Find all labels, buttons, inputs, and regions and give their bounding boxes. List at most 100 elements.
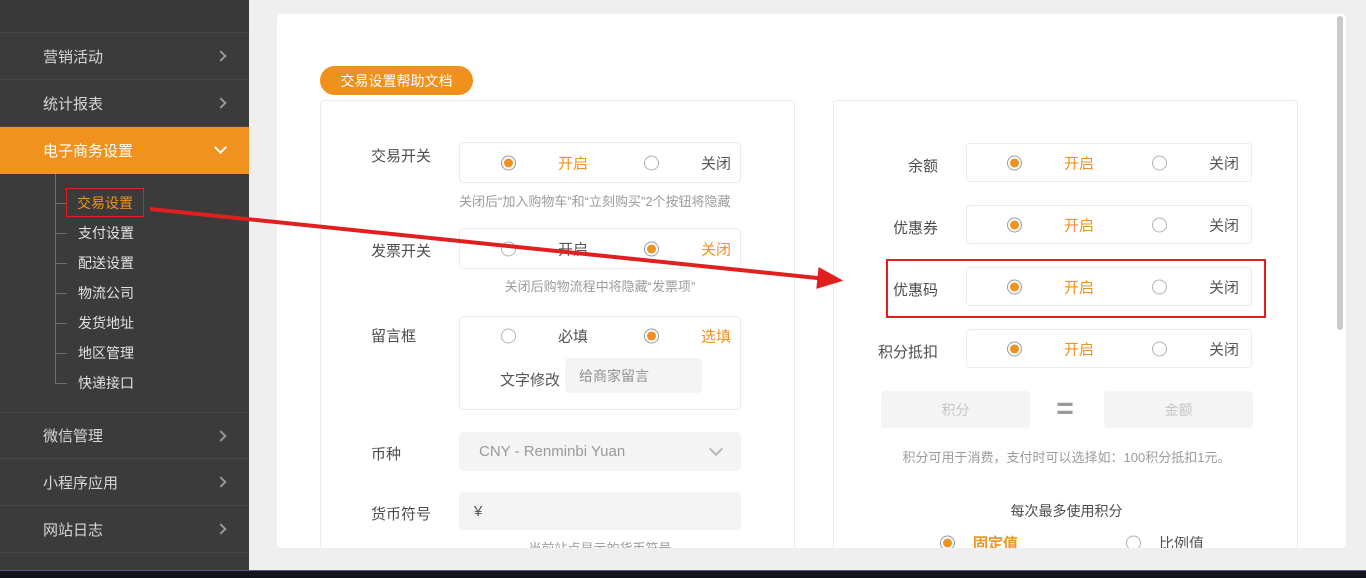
option-label: 开启 [1064, 279, 1095, 296]
radio-unselected-icon [1152, 217, 1167, 232]
trade-settings-help-doc-button[interactable]: 交易设置帮助文档 [320, 66, 473, 95]
invoice-switch-off-option[interactable]: 关闭 [644, 238, 731, 259]
chevron-right-icon [215, 476, 227, 488]
option-label: 开启 [558, 241, 589, 258]
trade-settings-highlight-box: 交易设置 [66, 188, 144, 217]
message-optional-option[interactable]: 选填 [644, 326, 731, 347]
sidebar-item-label: 小程序应用 [43, 474, 119, 492]
sidebar-item-mini-program-apps[interactable]: 小程序应用 [0, 459, 249, 506]
sidebar-item-label: 微信管理 [43, 428, 104, 445]
bottom-edge-bar [0, 570, 1366, 578]
points-settings-panel: 余额 开启 关闭 优惠券 开启 关闭 优惠码 开启 关闭 积分抵扣 开启 关闭 … [833, 100, 1298, 548]
option-label: 固定值 [973, 535, 1019, 549]
trade-settings-panel: 交易开关 开启 关闭 关闭后“加入购物车”和“立刻购买”2个按钮将隐藏 发票开关… [320, 100, 795, 548]
currency-symbol-help: 当前站点显示的货币符号 [459, 538, 741, 548]
radio-unselected-icon [1126, 535, 1141, 548]
invoice-switch-group: 开启 关闭 [459, 228, 741, 269]
trade-switch-on-option[interactable]: 开启 [501, 152, 588, 173]
option-label: 开启 [1064, 341, 1095, 358]
ratio-value-option[interactable]: 比例值 [1126, 533, 1205, 549]
currency-select[interactable]: CNY - Renminbi Yuan [459, 432, 741, 471]
invoice-switch-on-option[interactable]: 开启 [501, 238, 588, 259]
fixed-value-option[interactable]: 固定值 [940, 533, 1019, 549]
invoice-switch-label: 发票开关 [371, 243, 432, 260]
submenu-item-payment-settings[interactable]: 支付设置 [0, 218, 249, 248]
points-deduction-off-option[interactable]: 关闭 [1152, 338, 1239, 359]
sidebar: 营销活动 统计报表 电子商务设置 交易设置 支付设置 配送设置 物流公司 发货地… [0, 0, 249, 570]
radio-unselected-icon [1152, 279, 1167, 294]
sidebar-top-spacer [0, 0, 249, 33]
trade-switch-label: 交易开关 [371, 148, 432, 165]
balance-on-option[interactable]: 开启 [1007, 152, 1094, 173]
chevron-right-icon [215, 429, 227, 442]
radio-selected-icon [1007, 279, 1022, 294]
submenu-item-label: 支付设置 [78, 225, 134, 241]
sidebar-item-ecommerce-settings[interactable]: 电子商务设置 [0, 127, 249, 174]
option-label: 关闭 [1209, 155, 1240, 172]
option-label: 关闭 [1209, 217, 1240, 234]
coupon-off-option[interactable]: 关闭 [1152, 214, 1239, 235]
main-content-card: 交易设置帮助文档 交易开关 开启 关闭 关闭后“加入购物车”和“立刻购买”2个按… [277, 14, 1346, 548]
submenu-item-express-api[interactable]: 快递接口 [0, 368, 249, 398]
currency-symbol-label: 货币符号 [371, 506, 432, 523]
points-deduction-on-option[interactable]: 开启 [1007, 338, 1094, 359]
currency-select-value: CNY - Renminbi Yuan [479, 443, 626, 460]
submenu-item-label: 配送设置 [78, 255, 134, 271]
option-label: 比例值 [1159, 535, 1205, 549]
points-deduction-label: 积分抵扣 [877, 344, 938, 361]
promo-code-switch-group: 开启 关闭 [966, 267, 1252, 306]
promo-code-off-option[interactable]: 关闭 [1152, 276, 1239, 297]
radio-selected-icon [501, 155, 516, 170]
chevron-down-icon [214, 141, 227, 155]
radio-unselected-icon [1152, 155, 1167, 170]
equals-sign: = [1056, 392, 1074, 425]
sidebar-item-marketing-activities[interactable]: 营销活动 [0, 33, 249, 80]
max-points-label: 每次最多使用积分 [1010, 503, 1123, 519]
trade-switch-group: 开启 关闭 [459, 142, 741, 183]
submenu-item-logistics-companies[interactable]: 物流公司 [0, 278, 249, 308]
sidebar-item-label: 营销活动 [43, 48, 104, 66]
sidebar-item-website-logs[interactable]: 网站日志 [0, 506, 249, 553]
submenu-item-label: 快递接口 [78, 375, 134, 391]
chevron-right-icon [215, 97, 227, 109]
sidebar-item-label: 电子商务设置 [43, 143, 134, 160]
radio-selected-icon [1007, 341, 1022, 356]
submenu-item-label: 地区管理 [78, 345, 134, 361]
submenu-item-shipping-address[interactable]: 发货地址 [0, 308, 249, 338]
submenu-item-trade-settings[interactable]: 交易设置 [0, 188, 249, 218]
submenu-item-shipping-settings[interactable]: 配送设置 [0, 248, 249, 278]
promo-code-on-option[interactable]: 开启 [1007, 276, 1094, 297]
amount-input[interactable] [1104, 391, 1253, 428]
vertical-scrollbar-thumb[interactable] [1337, 16, 1343, 330]
radio-selected-icon [1007, 155, 1022, 170]
coupon-label: 优惠券 [892, 220, 938, 237]
submenu-item-label: 物流公司 [78, 285, 134, 301]
option-label: 必填 [558, 328, 589, 346]
text-edit-label: 文字修改 [500, 372, 561, 389]
promo-code-label: 优惠码 [892, 282, 938, 299]
message-required-option[interactable]: 必填 [501, 326, 588, 347]
balance-switch-group: 开启 关闭 [966, 143, 1252, 182]
option-label: 开启 [558, 155, 589, 172]
submenu-item-label: 发货地址 [78, 315, 134, 331]
message-text-input[interactable] [565, 358, 702, 393]
radio-unselected-icon [501, 328, 516, 344]
currency-symbol-input[interactable] [459, 492, 741, 530]
sidebar-item-statistics-reports[interactable]: 统计报表 [0, 80, 249, 127]
radio-unselected-icon [1152, 341, 1167, 356]
coupon-on-option[interactable]: 开启 [1007, 214, 1094, 235]
option-label: 选填 [701, 328, 732, 346]
trade-switch-off-option[interactable]: 关闭 [644, 152, 731, 173]
coupon-switch-group: 开启 关闭 [966, 205, 1252, 244]
ecommerce-submenu: 交易设置 支付设置 配送设置 物流公司 发货地址 地区管理 快递接口 [0, 174, 249, 412]
sidebar-item-wechat-management[interactable]: 微信管理 [0, 412, 249, 459]
points-deduction-switch-group: 开启 关闭 [966, 329, 1252, 368]
currency-label: 币种 [371, 446, 402, 463]
sidebar-item-label: 网站日志 [43, 521, 104, 539]
option-label: 关闭 [1209, 279, 1240, 296]
radio-unselected-icon [644, 155, 659, 170]
submenu-item-region-management[interactable]: 地区管理 [0, 338, 249, 368]
invoice-switch-help: 关闭后购物流程中将隐藏“发票项” [504, 279, 696, 294]
points-input[interactable] [881, 391, 1030, 428]
balance-off-option[interactable]: 关闭 [1152, 152, 1239, 173]
